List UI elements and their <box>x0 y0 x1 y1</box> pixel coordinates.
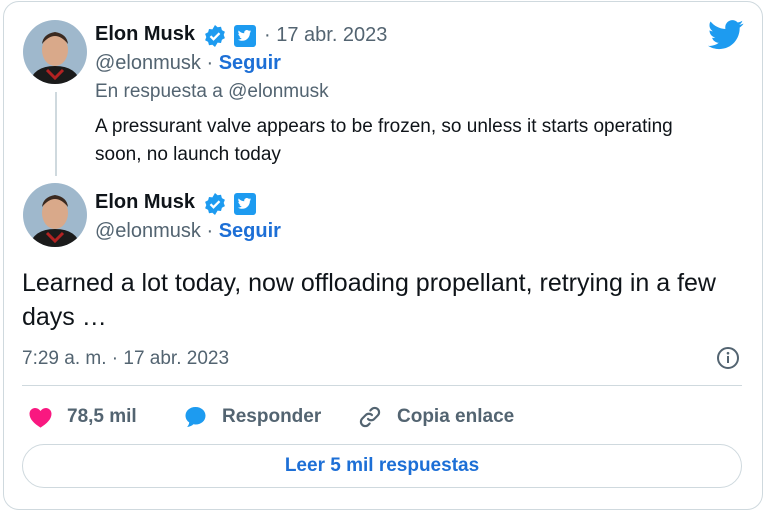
author-name[interactable]: Elon Musk <box>95 191 195 214</box>
divider <box>22 385 742 386</box>
thread-connector-line <box>55 92 57 176</box>
verified-badge-icon <box>205 193 225 215</box>
reply-button[interactable]: Responder <box>183 404 321 430</box>
main-tweet-text: Learned a lot today, now offloading prop… <box>22 269 716 331</box>
verified-badge-icon <box>205 25 225 47</box>
author-handle[interactable]: @elonmusk · Seguir <box>95 220 281 243</box>
twitter-affiliate-icon <box>234 193 256 215</box>
avatar[interactable] <box>23 20 87 84</box>
heart-icon <box>29 408 52 428</box>
like-button[interactable]: 78,5 mil <box>28 404 137 430</box>
reply-context[interactable]: En respuesta a @elonmusk <box>95 81 329 103</box>
handle-text[interactable]: @elonmusk · <box>95 52 213 74</box>
author-name[interactable]: Elon Musk <box>95 23 195 46</box>
author-name-text[interactable]: Elon Musk <box>95 191 195 213</box>
tweet-date[interactable]: · 17 abr. 2023 <box>264 24 387 47</box>
tweet-embed-card <box>3 1 763 510</box>
read-replies-button[interactable]: Leer 5 mil respuestas <box>22 444 742 488</box>
read-replies-label: Leer 5 mil respuestas <box>284 455 480 476</box>
copy-link-label: Copia enlace <box>397 406 515 427</box>
author-name-text[interactable]: Elon Musk <box>95 23 195 45</box>
copy-link-button[interactable]: Copia enlace <box>357 404 514 430</box>
twitter-affiliate-icon <box>234 25 256 47</box>
handle-text[interactable]: @elonmusk · <box>95 220 213 242</box>
avatar[interactable] <box>23 183 87 247</box>
reply-tweet-text: A pressurant valve appears to be frozen,… <box>95 116 673 165</box>
like-count: 78,5 mil <box>67 406 137 427</box>
twitter-bird-icon[interactable] <box>708 20 744 50</box>
follow-link[interactable]: Seguir <box>219 220 281 242</box>
reply-label: Responder <box>222 406 322 427</box>
link-icon <box>359 406 381 428</box>
tweet-timestamp[interactable]: 7:29 a. m. · 17 abr. 2023 <box>22 348 229 370</box>
author-handle[interactable]: @elonmusk · Seguir <box>95 52 281 75</box>
reply-bubble-icon <box>185 407 206 427</box>
info-icon[interactable] <box>716 346 740 370</box>
follow-link[interactable]: Seguir <box>219 52 281 74</box>
